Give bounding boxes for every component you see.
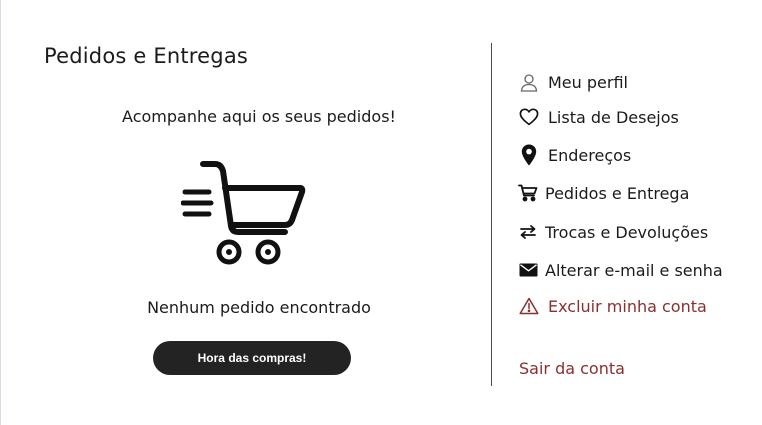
sidebar-item-label: Trocas e Devoluções (545, 222, 709, 242)
sidebar-item-label: Endereços (548, 145, 632, 165)
vertical-divider (491, 43, 492, 386)
sidebar-item-change-credentials[interactable]: Alterar e-mail e senha (518, 259, 723, 281)
sidebar-item-wishlist[interactable]: Lista de Desejos (518, 106, 679, 128)
sidebar-item-label: Meu perfil (548, 72, 628, 92)
heart-icon (518, 106, 540, 128)
page-title: Pedidos e Entregas (44, 44, 249, 68)
sidebar-item-orders[interactable]: Pedidos e Entrega (518, 182, 689, 204)
orders-page: Pedidos e Entregas Acompanhe aqui os seu… (0, 0, 762, 425)
sidebar-item-label: Excluir minha conta (548, 296, 707, 316)
sidebar-item-label: Lista de Desejos (548, 107, 679, 127)
fast-cart-icon (181, 161, 306, 265)
sidebar-item-delete-account[interactable]: Excluir minha conta (518, 295, 707, 317)
cart-icon (518, 182, 538, 204)
sidebar-item-label: Pedidos e Entrega (545, 183, 690, 203)
page-subtitle: Acompanhe aqui os seus pedidos! (122, 107, 396, 126)
exchange-arrows-icon (518, 221, 538, 243)
user-icon (518, 71, 540, 93)
sidebar-item-label: Alterar e-mail e senha (545, 260, 723, 280)
location-pin-icon (518, 144, 540, 166)
logout-link[interactable]: Sair da conta (519, 359, 625, 378)
sidebar-item-profile[interactable]: Meu perfil (518, 71, 628, 93)
sidebar-item-returns[interactable]: Trocas e Devoluções (518, 221, 708, 243)
envelope-icon (518, 259, 538, 281)
empty-orders-message: Nenhum pedido encontrado (147, 298, 371, 317)
warning-icon (518, 295, 540, 317)
shop-now-button[interactable]: Hora das compras! (153, 341, 351, 375)
sidebar-item-addresses[interactable]: Endereços (518, 144, 631, 166)
